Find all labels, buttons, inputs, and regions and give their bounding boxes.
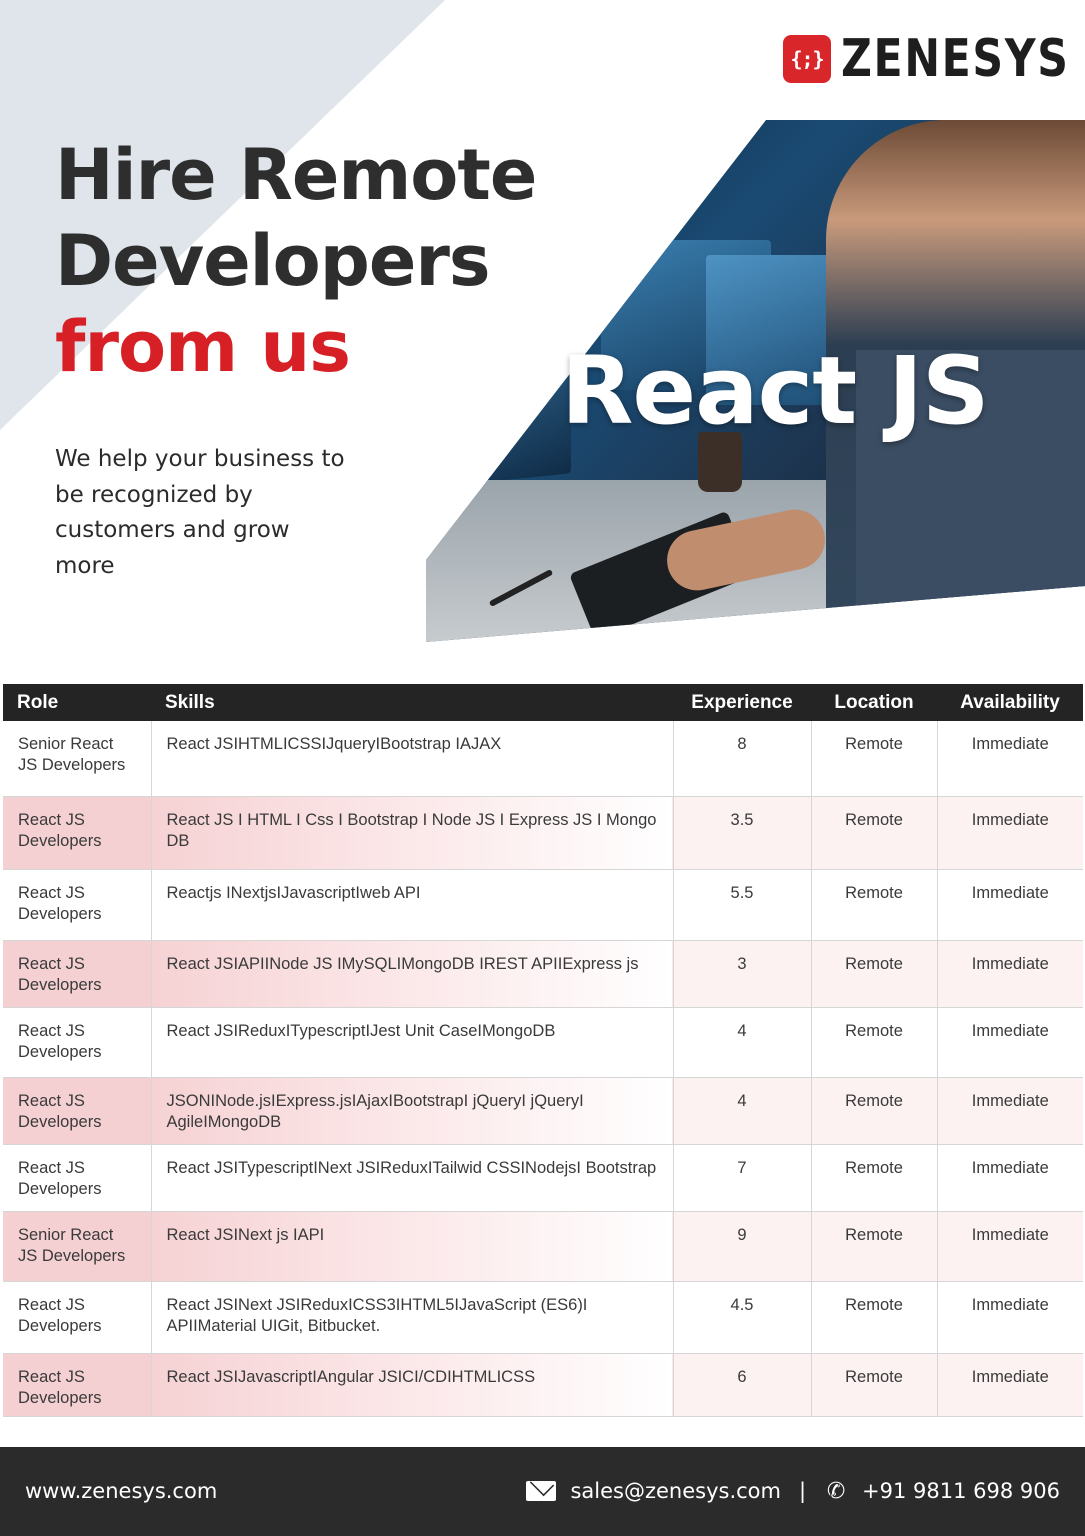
cell-experience: 5.5 <box>673 869 812 941</box>
cell-availability: Immediate <box>937 940 1083 1008</box>
phone-icon: ✆ <box>826 1478 846 1504</box>
cell-availability: Immediate <box>937 1007 1083 1078</box>
website-link[interactable]: www.zenesys.com <box>25 1479 217 1503</box>
developers-table: Role Skills Experience Location Availabi… <box>3 684 1083 1417</box>
cell-experience: 3.5 <box>673 796 812 870</box>
cell-skills: React JSIJavascriptIAngular JSICI/CDIHTM… <box>151 1353 674 1417</box>
cell-availability: Immediate <box>937 721 1083 797</box>
cell-location: Remote <box>811 1007 938 1078</box>
cell-skills: React JS I HTML I Css I Bootstrap I Node… <box>151 796 674 870</box>
mail-icon <box>526 1481 557 1501</box>
cell-skills: React JSINext js IAPI <box>151 1211 674 1282</box>
zenesys-logo[interactable]: {;} ZENESYS <box>783 29 1070 89</box>
cell-role: React JS Developers <box>3 1281 152 1354</box>
cell-experience: 6 <box>673 1353 812 1417</box>
headline-line-1: Hire Remote <box>55 134 537 216</box>
cell-location: Remote <box>811 1353 938 1417</box>
tagline: We help your business to be recognized b… <box>55 446 345 579</box>
cell-role: React JS Developers <box>3 1007 152 1078</box>
cell-role: React JS Developers <box>3 1144 152 1212</box>
logo-text: ZENESYS <box>841 29 1070 89</box>
cell-availability: Immediate <box>937 796 1083 870</box>
cell-experience: 9 <box>673 1211 812 1282</box>
cell-skills: React JSIAPIINode JS IMySQLIMongoDB IRES… <box>151 940 674 1008</box>
cell-availability: Immediate <box>937 1211 1083 1282</box>
cell-availability: Immediate <box>937 1144 1083 1212</box>
cell-experience: 3 <box>673 940 812 1008</box>
developers-table-grid: Role Skills Experience Location Availabi… <box>3 684 1083 1417</box>
footer-contact: sales@zenesys.com | ✆ +91 9811 698 906 <box>526 1478 1060 1504</box>
footer-bar: www.zenesys.com sales@zenesys.com | ✆ +9… <box>0 1447 1085 1536</box>
cell-skills: React JSITypescriptINext JSIReduxITailwi… <box>151 1144 674 1212</box>
table-row: React JS Developers React JSITypescriptI… <box>3 1144 1083 1212</box>
cell-experience: 7 <box>673 1144 812 1212</box>
footer-separator: | <box>798 1479 807 1503</box>
cell-skills: React JSIReduxITypescriptIJest Unit Case… <box>151 1007 674 1078</box>
headline-line-2: Developers <box>55 220 491 302</box>
cell-location: Remote <box>811 796 938 870</box>
cell-location: Remote <box>811 869 938 941</box>
cell-skills: React JSINext JSIReduxICSS3IHTML5IJavaSc… <box>151 1281 674 1354</box>
cell-experience: 4.5 <box>673 1281 812 1354</box>
cell-experience: 4 <box>673 1007 812 1078</box>
page-headline: Hire Remote Developers from us <box>55 132 537 390</box>
cell-skills: React JSIHTMLICSSIJqueryIBootstrap IAJAX <box>151 721 674 797</box>
cell-location: Remote <box>811 721 938 797</box>
cell-availability: Immediate <box>937 1353 1083 1417</box>
table-row: React JS Developers React JSINext JSIRed… <box>3 1281 1083 1354</box>
header-role: Role <box>3 684 151 721</box>
cell-role: React JS Developers <box>3 1353 152 1417</box>
cell-experience: 4 <box>673 1077 812 1145</box>
phone-link[interactable]: +91 9811 698 906 <box>862 1479 1060 1503</box>
cell-experience: 8 <box>673 721 812 797</box>
header-experience: Experience <box>673 684 811 721</box>
cell-location: Remote <box>811 940 938 1008</box>
table-row: React JS Developers Reactjs INextjsIJava… <box>3 869 1083 941</box>
cell-location: Remote <box>811 1211 938 1282</box>
cell-location: Remote <box>811 1077 938 1145</box>
logo-mark-icon: {;} <box>783 35 831 83</box>
monitor-shape <box>441 378 571 487</box>
table-row: React JS Developers JSONINode.jsIExpress… <box>3 1077 1083 1145</box>
cell-location: Remote <box>811 1144 938 1212</box>
cell-role: React JS Developers <box>3 1077 152 1145</box>
cell-location: Remote <box>811 1281 938 1354</box>
cell-skills: Reactjs INextjsIJavascriptIweb API <box>151 869 674 941</box>
cell-availability: Immediate <box>937 1077 1083 1145</box>
table-header-row: Role Skills Experience Location Availabi… <box>3 684 1083 721</box>
headline-line-3: from us <box>55 306 351 388</box>
cell-role: React JS Developers <box>3 940 152 1008</box>
cell-availability: Immediate <box>937 1281 1083 1354</box>
cell-role: Senior React JS Developers <box>3 1211 152 1282</box>
table-row: Senior React JS Developers React JSIHTML… <box>3 721 1083 797</box>
email-link[interactable]: sales@zenesys.com <box>570 1479 781 1503</box>
header-location: Location <box>811 684 937 721</box>
table-row: React JS Developers React JSIJavascriptI… <box>3 1353 1083 1417</box>
table-row: Senior React JS Developers React JSINext… <box>3 1211 1083 1282</box>
table-row: React JS Developers React JSIReduxITypes… <box>3 1007 1083 1078</box>
hero-overlay-text: React JS <box>561 337 990 446</box>
header-skills: Skills <box>151 684 673 721</box>
cell-skills: JSONINode.jsIExpress.jsIAjaxIBootstrapI … <box>151 1077 674 1145</box>
cell-role: Senior React JS Developers <box>3 721 152 797</box>
table-row: React JS Developers React JS I HTML I Cs… <box>3 796 1083 870</box>
cell-role: React JS Developers <box>3 796 152 870</box>
cell-role: React JS Developers <box>3 869 152 941</box>
table-row: React JS Developers React JSIAPIINode JS… <box>3 940 1083 1008</box>
cell-availability: Immediate <box>937 869 1083 941</box>
header-availability: Availability <box>937 684 1083 721</box>
